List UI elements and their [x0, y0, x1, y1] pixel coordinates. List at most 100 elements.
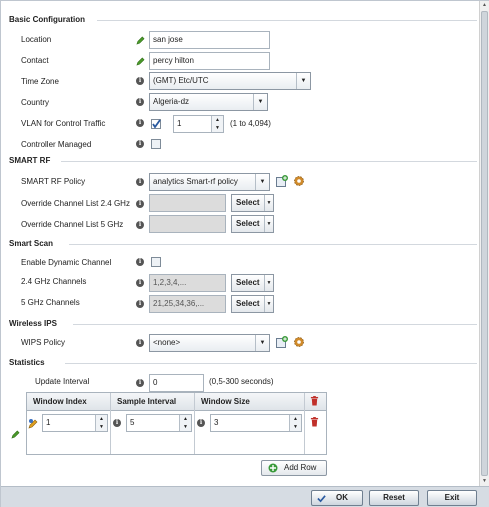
time-zone-label: Time Zone	[21, 77, 59, 86]
sample-interval-spinner[interactable]: 5 ▲ ▼	[126, 414, 192, 432]
vlan-spinner[interactable]: 1 ▲ ▼	[173, 115, 224, 133]
enable-dynamic-channel-checkbox[interactable]	[151, 257, 161, 267]
checkmark-icon	[152, 119, 161, 129]
create-policy-icon[interactable]	[276, 336, 288, 350]
spinner-up-icon[interactable]: ▲	[95, 415, 107, 423]
pencil-icon	[11, 430, 20, 441]
channels-24-label: 2.4 GHz Channels	[21, 277, 87, 286]
column-window-index: Window Index	[27, 393, 111, 411]
location-label: Location	[21, 35, 52, 44]
exit-label: Exit	[444, 493, 460, 502]
smart-rf-config-panel: Basic Configuration Location san jose Co…	[0, 0, 489, 507]
smart-rf-policy-label: SMART RF Policy	[21, 177, 86, 186]
override-5-input	[149, 215, 226, 233]
ok-button[interactable]: OK	[311, 490, 363, 506]
channels-24-input: 1,2,3,4,...	[149, 274, 226, 292]
chevron-down-icon: ▼	[255, 174, 269, 190]
section-divider	[65, 363, 477, 364]
trash-icon[interactable]	[310, 396, 319, 408]
info-icon: i	[136, 221, 144, 229]
exit-button[interactable]: Exit	[427, 490, 477, 506]
info-icon: i	[136, 77, 144, 85]
plus-icon	[268, 463, 278, 473]
info-icon: i	[136, 279, 144, 287]
location-input[interactable]: san jose	[149, 31, 270, 49]
scroll-down-icon[interactable]: ▼	[480, 477, 489, 486]
country-value: Algeria-dz	[153, 97, 190, 106]
vlan-value: 1	[177, 119, 182, 128]
spinner-down-icon[interactable]: ▼	[211, 124, 223, 132]
country-label: Country	[21, 98, 50, 107]
wips-policy-label: WIPS Policy	[21, 338, 66, 347]
gear-icon[interactable]	[293, 336, 305, 350]
wips-policy-value: <none>	[153, 338, 181, 347]
smart-rf-policy-select[interactable]: analytics Smart-rf policy ▼	[149, 173, 270, 191]
table-header: Window Index Sample Interval Window Size	[27, 393, 326, 411]
vlan-checkbox[interactable]	[151, 119, 161, 129]
info-icon: i	[197, 419, 205, 427]
column-window-size: Window Size	[195, 393, 305, 411]
gear-icon[interactable]	[293, 175, 305, 189]
controller-managed-label: Controller Managed	[21, 140, 92, 149]
spinner-down-icon[interactable]: ▼	[179, 423, 191, 431]
spinner-down-icon[interactable]: ▼	[289, 423, 301, 431]
trash-icon[interactable]	[310, 417, 319, 429]
reset-label: Reset	[383, 493, 405, 502]
info-icon: i	[136, 339, 144, 347]
contact-label: Contact	[21, 56, 49, 65]
section-statistics: Statistics	[9, 358, 45, 367]
channels-24-select-button[interactable]: Select ▼	[231, 274, 274, 292]
country-select[interactable]: Algeria-dz ▼	[149, 93, 268, 111]
spinner-up-icon[interactable]: ▲	[211, 116, 223, 124]
section-smart-rf: SMART RF	[9, 156, 51, 165]
override-24-select-button[interactable]: Select ▼	[231, 194, 274, 212]
update-interval-range-hint: (0,5-300 seconds)	[209, 377, 274, 386]
create-policy-icon[interactable]	[276, 175, 288, 189]
info-icon: i	[136, 140, 144, 148]
info-icon: i	[136, 258, 144, 266]
edit-row-icon[interactable]	[28, 418, 39, 431]
info-icon: i	[136, 200, 144, 208]
add-row-label: Add Row	[284, 463, 317, 472]
section-divider	[73, 324, 477, 325]
enable-dynamic-channel-label: Enable Dynamic Channel	[21, 258, 112, 267]
vertical-scrollbar[interactable]: ▲ ▼	[479, 1, 489, 486]
select-button-label: Select	[236, 299, 260, 308]
add-row-button[interactable]: Add Row	[261, 460, 327, 476]
pencil-icon	[136, 57, 145, 68]
override-5-select-button[interactable]: Select ▼	[231, 215, 274, 233]
sample-interval-value: 5	[130, 418, 135, 427]
select-button-label: Select	[236, 198, 260, 207]
chevron-down-icon: ▼	[264, 195, 273, 211]
channels-5-label: 5 GHz Channels	[21, 298, 80, 307]
window-size-spinner[interactable]: 3 ▲ ▼	[210, 414, 302, 432]
select-button-label: Select	[236, 278, 260, 287]
scroll-up-icon[interactable]: ▲	[480, 1, 489, 10]
channels-5-select-button[interactable]: Select ▼	[231, 295, 274, 313]
chevron-down-icon: ▼	[255, 335, 269, 351]
window-index-spinner[interactable]: 1 ▲ ▼	[42, 414, 108, 432]
scrollbar-thumb[interactable]	[481, 11, 488, 476]
window-size-value: 3	[214, 418, 219, 427]
ok-icon	[317, 495, 326, 503]
contact-input[interactable]: percy hilton	[149, 52, 270, 70]
ok-label: OK	[336, 493, 348, 502]
statistics-table: Window Index Sample Interval Window Size…	[26, 392, 327, 455]
info-icon: i	[136, 119, 144, 127]
chevron-down-icon: ▼	[296, 73, 310, 89]
select-button-label: Select	[236, 219, 260, 228]
update-interval-input[interactable]: 0	[149, 374, 204, 392]
spinner-up-icon[interactable]: ▲	[179, 415, 191, 423]
channels-5-input: 21,25,34,36,...	[149, 295, 226, 313]
reset-button[interactable]: Reset	[369, 490, 419, 506]
time-zone-select[interactable]: (GMT) Etc/UTC ▼	[149, 72, 311, 90]
info-icon: i	[136, 178, 144, 186]
info-icon: i	[136, 300, 144, 308]
spinner-down-icon[interactable]: ▼	[95, 423, 107, 431]
controller-managed-checkbox[interactable]	[151, 139, 161, 149]
vlan-range-hint: (1 to 4,094)	[230, 119, 271, 128]
section-wireless-ips: Wireless IPS	[9, 319, 57, 328]
spinner-up-icon[interactable]: ▲	[289, 415, 301, 423]
wips-policy-select[interactable]: <none> ▼	[149, 334, 270, 352]
chevron-down-icon: ▼	[264, 275, 273, 291]
